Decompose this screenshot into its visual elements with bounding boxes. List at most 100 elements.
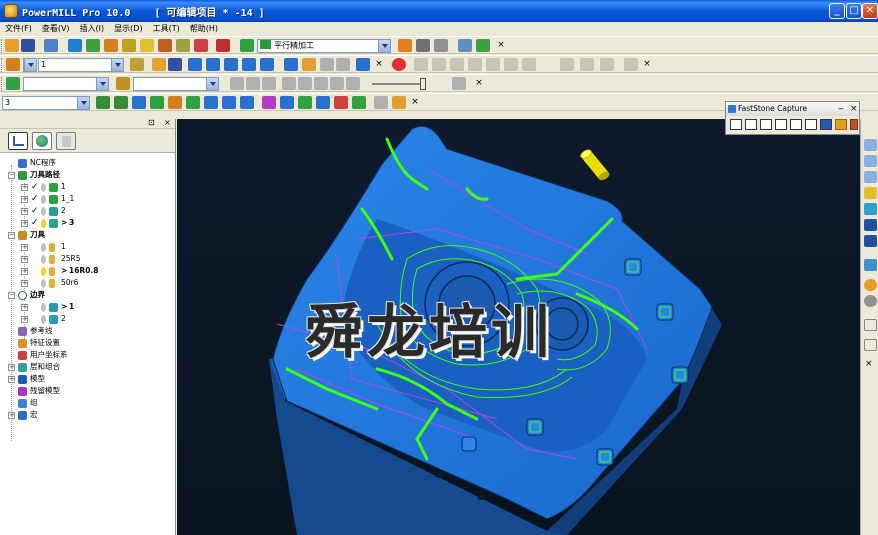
stock-icon[interactable] <box>334 96 348 109</box>
chevron-down-icon[interactable] <box>206 78 218 90</box>
toolbar-close-button[interactable]: × <box>410 96 420 108</box>
mirror-icon[interactable] <box>222 96 236 109</box>
menu-insert[interactable]: 插入(I) <box>75 22 110 36</box>
checkmark-icon[interactable]: ✓ <box>31 205 39 217</box>
toolbar-grip[interactable] <box>1 39 4 53</box>
start-point-icon[interactable] <box>158 39 172 52</box>
lightbulb-icon[interactable] <box>41 183 46 192</box>
checkmark-icon[interactable]: ✓ <box>31 193 39 205</box>
open-icon[interactable] <box>5 39 19 52</box>
step-forward-icon[interactable] <box>298 77 312 90</box>
block-icon[interactable] <box>68 39 82 52</box>
minimize-button[interactable]: _ <box>829 3 845 19</box>
faststone-title-bar[interactable]: FastStone Capture ‒ × <box>726 102 859 116</box>
extend-icon[interactable] <box>260 58 274 71</box>
view-bottom-icon[interactable] <box>504 58 518 71</box>
lightbulb-on-icon[interactable] <box>41 219 46 228</box>
chevron-down-icon[interactable] <box>111 59 123 71</box>
box-select-icon[interactable] <box>204 96 218 109</box>
title-bar[interactable]: PowerMILL Pro 10.0 [ 可编辑项目 * -14 ] _ □ ✕ <box>0 0 878 22</box>
grid-icon[interactable] <box>458 39 472 52</box>
trim-icon[interactable] <box>206 58 220 71</box>
capture-object-icon[interactable] <box>745 119 757 130</box>
group-icon[interactable] <box>580 58 594 71</box>
panel-icon[interactable] <box>624 58 638 71</box>
simulation-path-icon[interactable] <box>6 77 20 90</box>
layer-icon[interactable] <box>560 58 574 71</box>
undo-icon[interactable] <box>320 58 334 71</box>
feed-rate-icon[interactable] <box>104 39 118 52</box>
collapse-icon[interactable]: − <box>8 292 15 299</box>
lead-icon[interactable] <box>140 39 154 52</box>
offset-icon[interactable] <box>224 58 238 71</box>
expand-icon[interactable]: + <box>21 196 28 203</box>
view-iso3-icon[interactable] <box>864 171 877 183</box>
app-icon[interactable] <box>4 4 18 18</box>
expand-icon[interactable]: + <box>21 244 28 251</box>
open-icon[interactable] <box>152 58 166 71</box>
menu-view[interactable]: 查看(V) <box>37 22 75 36</box>
wizard-icon[interactable] <box>130 58 144 71</box>
capture-menu-icon[interactable] <box>850 119 858 130</box>
toolbar-close-button[interactable]: × <box>374 58 384 70</box>
redo-icon[interactable] <box>336 58 350 71</box>
transform-icon[interactable] <box>240 96 254 109</box>
menu-help[interactable]: 帮助(H) <box>185 22 223 36</box>
capture-window-icon[interactable] <box>730 119 742 130</box>
toolbar-close-button[interactable]: × <box>642 58 652 70</box>
globe-icon[interactable] <box>864 295 877 307</box>
lightbulb-icon[interactable] <box>41 279 46 288</box>
expand-icon[interactable]: + <box>21 316 28 323</box>
expand-icon[interactable]: + <box>21 220 28 227</box>
lightbulb-icon[interactable] <box>41 255 46 264</box>
capture-fullscreen-icon[interactable] <box>790 119 802 130</box>
workplane-icon[interactable] <box>476 39 490 52</box>
lightbulb-icon[interactable] <box>41 243 46 252</box>
right-toolbar-close-button[interactable]: × <box>865 359 873 369</box>
rapid-move-icon[interactable] <box>86 39 100 52</box>
tab-recycle[interactable] <box>56 132 76 150</box>
toolbar-close-button[interactable]: × <box>496 39 506 51</box>
tool-icon[interactable] <box>122 39 136 52</box>
capture-freehand-icon[interactable] <box>775 119 787 130</box>
play-icon[interactable] <box>230 77 244 90</box>
curve-icon[interactable] <box>188 58 202 71</box>
shaded-view-icon[interactable] <box>864 259 877 271</box>
save-icon[interactable] <box>168 58 182 71</box>
step-back-icon[interactable] <box>262 77 276 90</box>
rewind-icon[interactable] <box>282 77 296 90</box>
wireframe-icon[interactable] <box>114 96 128 109</box>
lightbulb-icon[interactable] <box>41 303 46 312</box>
expand-icon[interactable]: + <box>21 280 28 287</box>
menu-display[interactable]: 显示(D) <box>109 22 147 36</box>
import-icon[interactable] <box>44 39 58 52</box>
faststone-close-button[interactable]: × <box>850 102 858 116</box>
pattern-icon[interactable] <box>280 96 294 109</box>
sketch-icon[interactable] <box>242 58 256 71</box>
eject-icon[interactable] <box>452 77 466 90</box>
calculate-icon[interactable] <box>216 39 230 52</box>
menu-file[interactable]: 文件(F) <box>0 22 37 36</box>
save-icon[interactable] <box>21 39 35 52</box>
expand-icon[interactable]: + <box>8 412 15 419</box>
toolpath-select[interactable]: 1 <box>38 58 124 72</box>
close-button[interactable]: ✕ <box>862 3 878 19</box>
capture-region-icon[interactable] <box>760 119 772 130</box>
expand-icon[interactable]: + <box>21 184 28 191</box>
faststone-minimize-button[interactable]: ‒ <box>838 102 844 116</box>
layer-filter-icon[interactable] <box>186 96 200 109</box>
ruler-icon[interactable] <box>434 39 448 52</box>
pin-icon[interactable]: ⊡ <box>148 118 155 127</box>
view-side-icon[interactable] <box>468 58 482 71</box>
faststone-capture-window[interactable]: FastStone Capture ‒ × <box>725 101 860 135</box>
view-back-icon[interactable] <box>486 58 500 71</box>
verify-icon[interactable] <box>352 96 366 109</box>
pause-icon[interactable] <box>246 77 260 90</box>
measure-icon[interactable] <box>374 96 388 109</box>
zoom-icon[interactable] <box>864 187 877 199</box>
collision-icon[interactable] <box>298 96 312 109</box>
zoom-box-icon[interactable] <box>864 235 877 247</box>
checkmark-icon[interactable]: ✓ <box>31 181 39 193</box>
toolpath-check-icon[interactable] <box>194 39 208 52</box>
gouge-check-icon[interactable] <box>316 96 330 109</box>
